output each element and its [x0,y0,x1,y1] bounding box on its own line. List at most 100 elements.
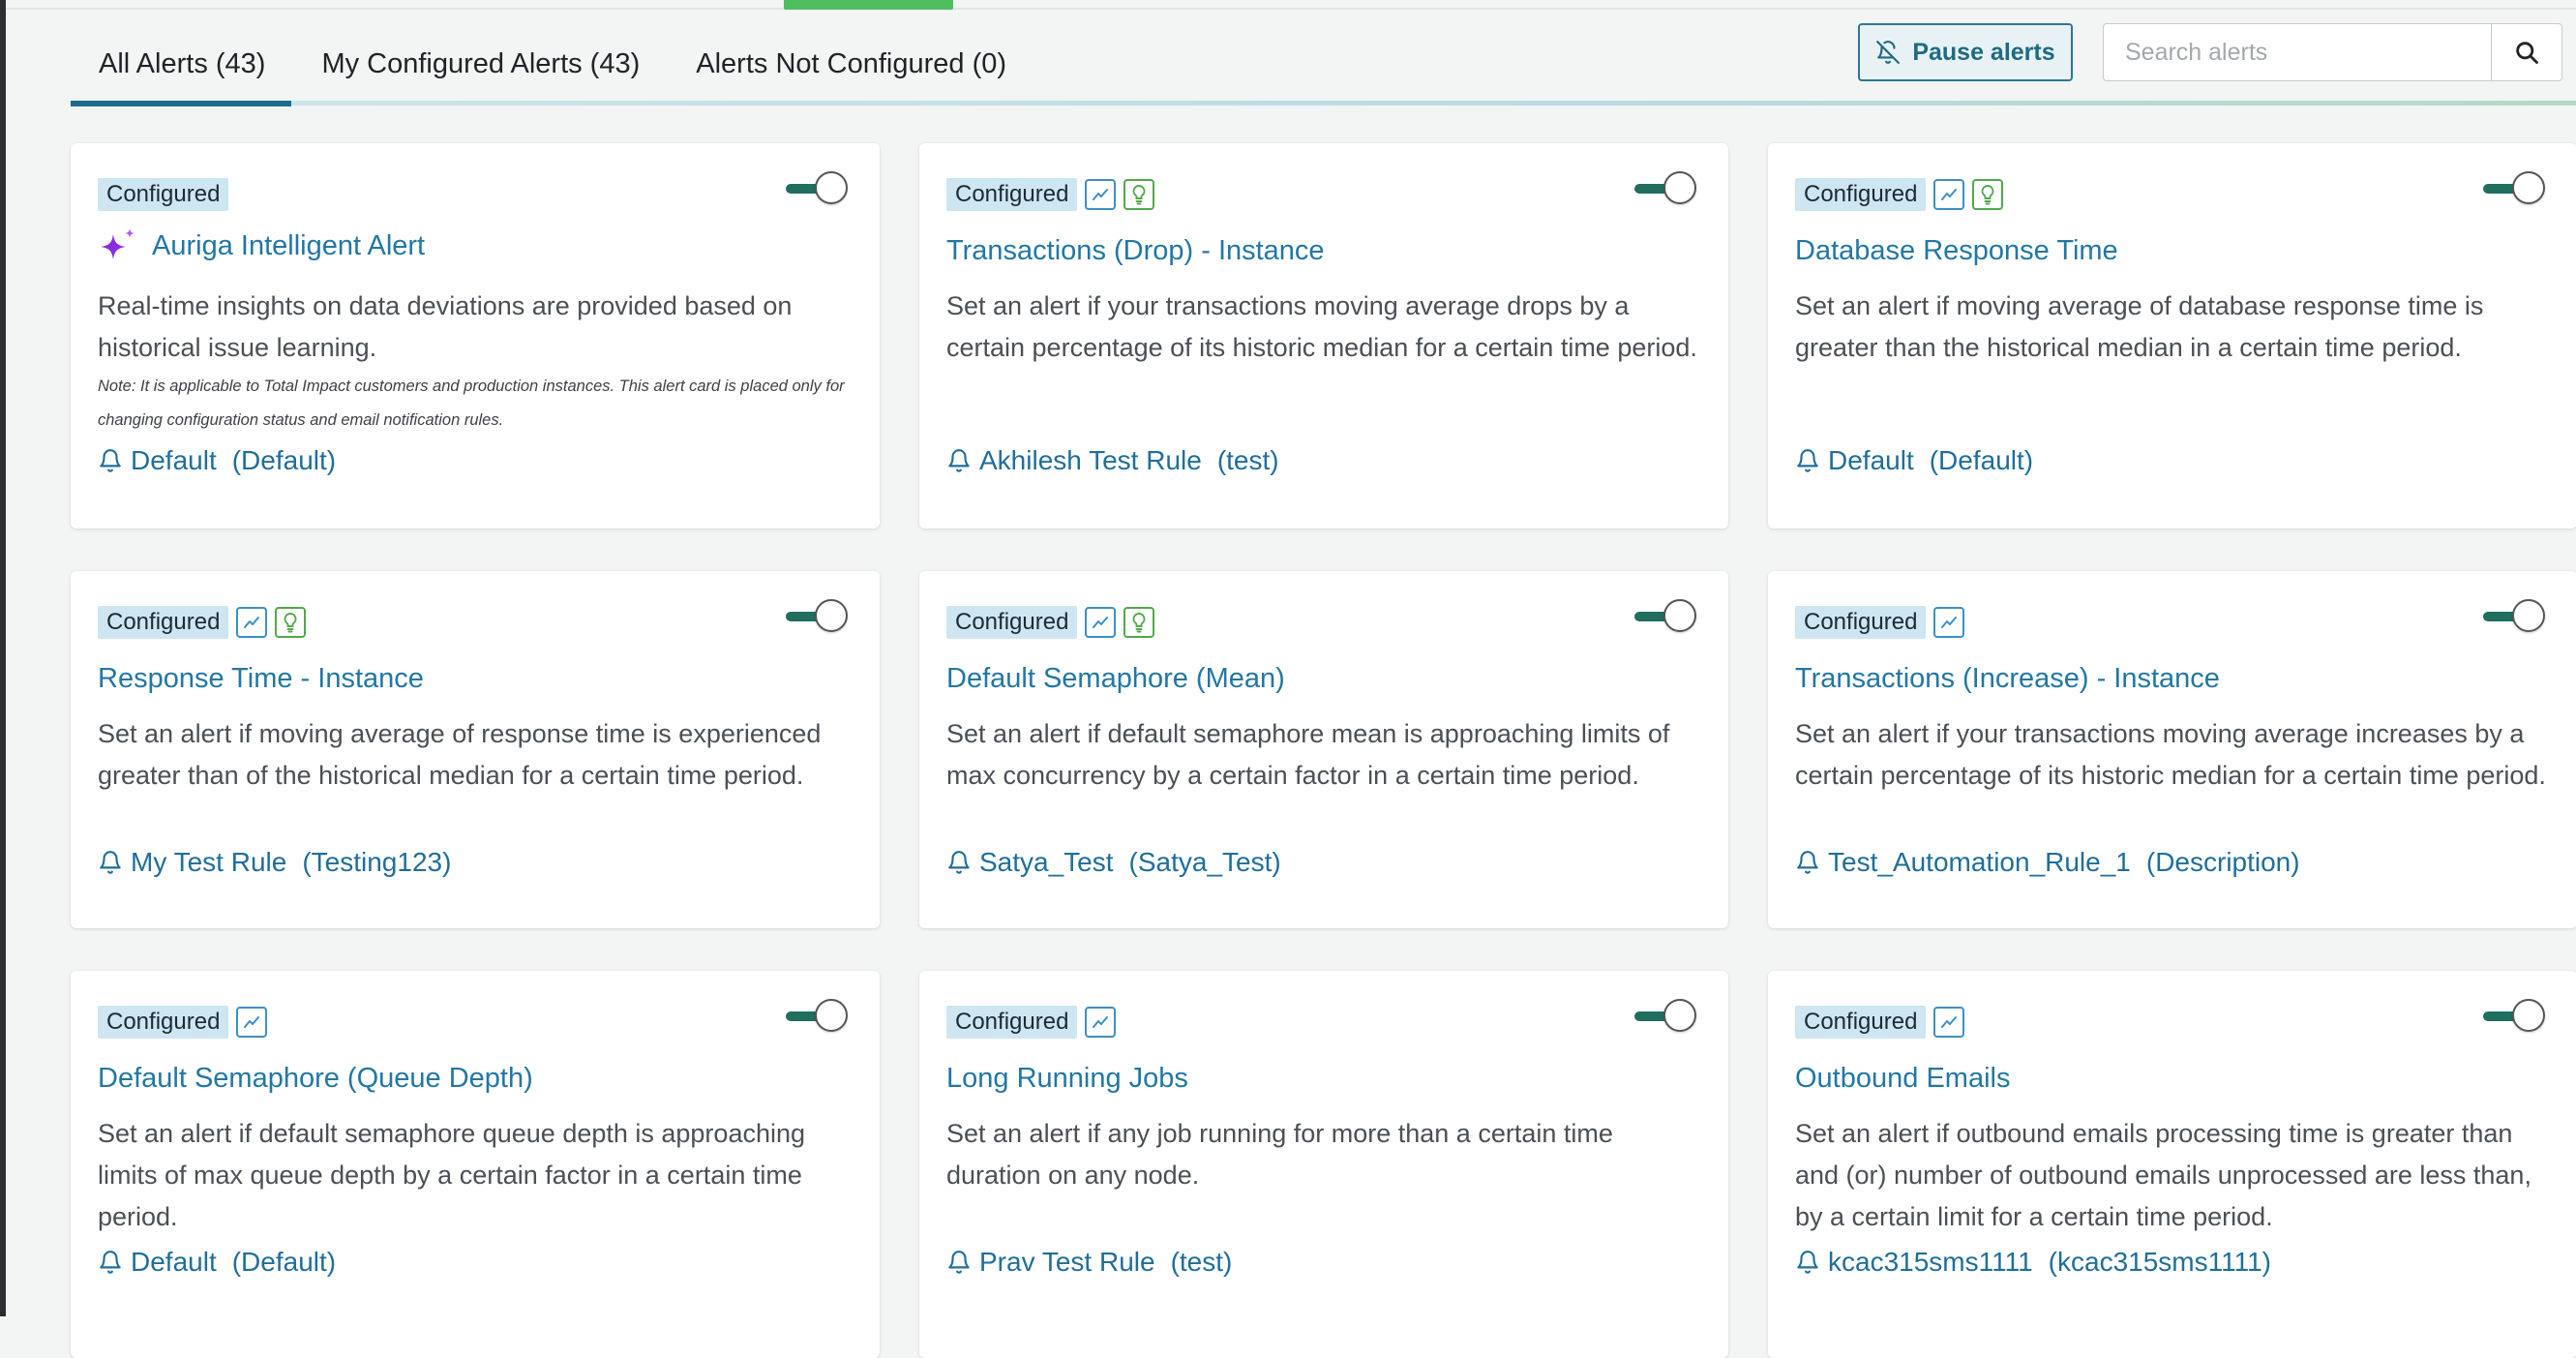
rule-name: My Test Rule [131,847,287,877]
alert-description: Set an alert if outbound emails processi… [1795,1119,2531,1231]
alert-card: Configured Long Running Jobs Set an alert … [919,971,1728,1358]
pause-alerts-label: Pause alerts [1912,38,2055,66]
rule-name: Default [131,445,217,475]
alert-title[interactable]: Long Running Jobs [946,1063,1188,1095]
toggle-knob [2512,599,2545,632]
insight-badge [1972,179,2004,210]
status-badge: Configured [98,1006,229,1039]
search-input[interactable] [2104,24,2491,80]
rule-name: Default [131,1247,217,1277]
card-badges: Configured [946,175,1155,214]
alert-description: Set an alert if your transactions moving… [946,291,1697,362]
tab-all-alerts[interactable]: All Alerts (43) [71,24,293,104]
rule-description: (test) [1170,1247,1233,1277]
alert-toggle[interactable] [2481,170,2545,207]
bell-icon [948,1251,970,1274]
toggle-knob [2512,171,2545,204]
alert-card: Configured Transactions (Drop) - Instance… [919,143,1728,528]
tab-active-indicator [71,101,291,106]
bell-icon [948,449,970,472]
alert-card: Configured Database Response Time Set an a… [1768,143,2576,528]
toggle-knob [815,599,848,632]
alert-title[interactable]: Default Semaphore (Queue Depth) [98,1063,533,1095]
top-divider [6,8,2576,10]
trend-icon [1941,189,1958,200]
notification-rule-link[interactable]: kcac315sms1111 (kcac315sms1111) [1795,1247,2271,1278]
rule-description: (Default) [1929,445,2034,475]
alert-tabs: All Alerts (43) My Configured Alerts (43… [71,19,1034,108]
alert-title-text: Default Semaphore (Queue Depth) [98,1063,533,1094]
trend-icon [1941,617,1958,628]
alert-title[interactable]: Auriga Intelligent Alert [98,226,425,265]
alert-title[interactable]: Transactions (Increase) - Instance [1795,663,2220,695]
alert-title[interactable]: Transactions (Drop) - Instance [946,235,1325,267]
tab-alerts-not-configured[interactable]: Alerts Not Configured (0) [668,24,1034,104]
notification-rule-link[interactable]: Akhilesh Test Rule (test) [946,445,1279,476]
alert-description: Set an alert if your transactions moving… [1795,719,2546,790]
alert-description: Set an alert if any job running for more… [946,1119,1613,1190]
card-badges: Configured [1795,175,2004,214]
pause-alerts-button[interactable]: Pause alerts [1858,23,2073,81]
alert-toggle[interactable] [2481,998,2545,1035]
bell-icon [100,1251,121,1274]
bell-icon [1797,851,1818,874]
tab-underline [71,101,2576,106]
trend-badge [1933,179,1965,210]
bell-icon [100,449,121,472]
notification-rule-link[interactable]: Prav Test Rule (test) [946,1247,1232,1278]
tab-my-configured-alerts[interactable]: My Configured Alerts (43) [293,24,668,104]
trend-badge [1933,607,1965,638]
alert-toggle[interactable] [2481,598,2545,635]
alert-toggle[interactable] [1632,598,1696,635]
notification-rule-link[interactable]: Satya_Test (Satya_Test) [946,847,1281,878]
bell-icon [948,851,970,874]
alert-card: Configured Response Time - Instance Set an… [71,571,880,928]
alert-description: Set an alert if moving average of databa… [1795,291,2484,362]
alert-card: Configured Auriga Intelligent Alert Real-t… [71,143,880,528]
notification-rule-link[interactable]: My Test Rule (Testing123) [98,847,451,878]
alert-toggle[interactable] [784,170,848,207]
alert-description: Set an alert if moving average of respon… [98,719,822,790]
status-badge: Configured [946,178,1078,211]
trend-badge [1085,1007,1117,1038]
notification-rule-link[interactable]: Test_Automation_Rule_1 (Description) [1795,847,2300,878]
notification-rule-link[interactable]: Default (Default) [1795,445,2033,476]
alert-toggle[interactable] [1632,998,1696,1035]
toggle-knob [815,171,848,204]
status-badge: Configured [1795,1006,1927,1039]
status-badge: Configured [98,606,229,639]
notification-rule-link[interactable]: Default (Default) [98,1247,336,1278]
rule-name: Test_Automation_Rule_1 [1828,847,2131,877]
bell-icon [1797,1251,1818,1274]
status-badge: Configured [1795,178,1927,211]
notification-rule-link[interactable]: Default (Default) [98,445,336,476]
alert-description: Real-time insights on data deviations ar… [98,291,793,362]
search-icon [2516,42,2538,64]
rule-description: (kcac315sms1111) [2048,1247,2271,1277]
alert-title-text: Outbound Emails [1795,1063,2011,1094]
search-box [2103,23,2562,81]
trend-icon [1093,189,1109,200]
alert-title[interactable]: Database Response Time [1795,235,2118,267]
bell-icon [100,851,121,874]
alert-card: Configured Default Semaphore (Queue Depth… [71,971,880,1358]
alert-title-text: Database Response Time [1795,235,2118,266]
alert-toggle[interactable] [784,998,848,1035]
card-badges: Configured [946,1003,1117,1041]
insight-badge [1123,179,1155,210]
alert-title-text: Transactions (Drop) - Instance [946,235,1325,266]
alert-title-text: Transactions (Increase) - Instance [1795,663,2220,694]
alert-toggle[interactable] [1632,170,1696,207]
toggle-knob [1663,599,1696,632]
alert-title[interactable]: Response Time - Instance [98,663,424,695]
search-button[interactable] [2491,24,2561,80]
alert-description: Set an alert if default semaphore queue … [98,1119,806,1231]
alert-toggle[interactable] [784,598,848,635]
alert-card: Configured Outbound Emails Set an alert if… [1768,971,2576,1358]
toggle-knob [1663,999,1696,1032]
alert-title[interactable]: Outbound Emails [1795,1063,2010,1095]
rule-name: Akhilesh Test Rule [979,445,1202,475]
insight-badge [275,607,307,638]
top-progress-indicator [784,0,953,10]
alert-title[interactable]: Default Semaphore (Mean) [946,663,1285,695]
